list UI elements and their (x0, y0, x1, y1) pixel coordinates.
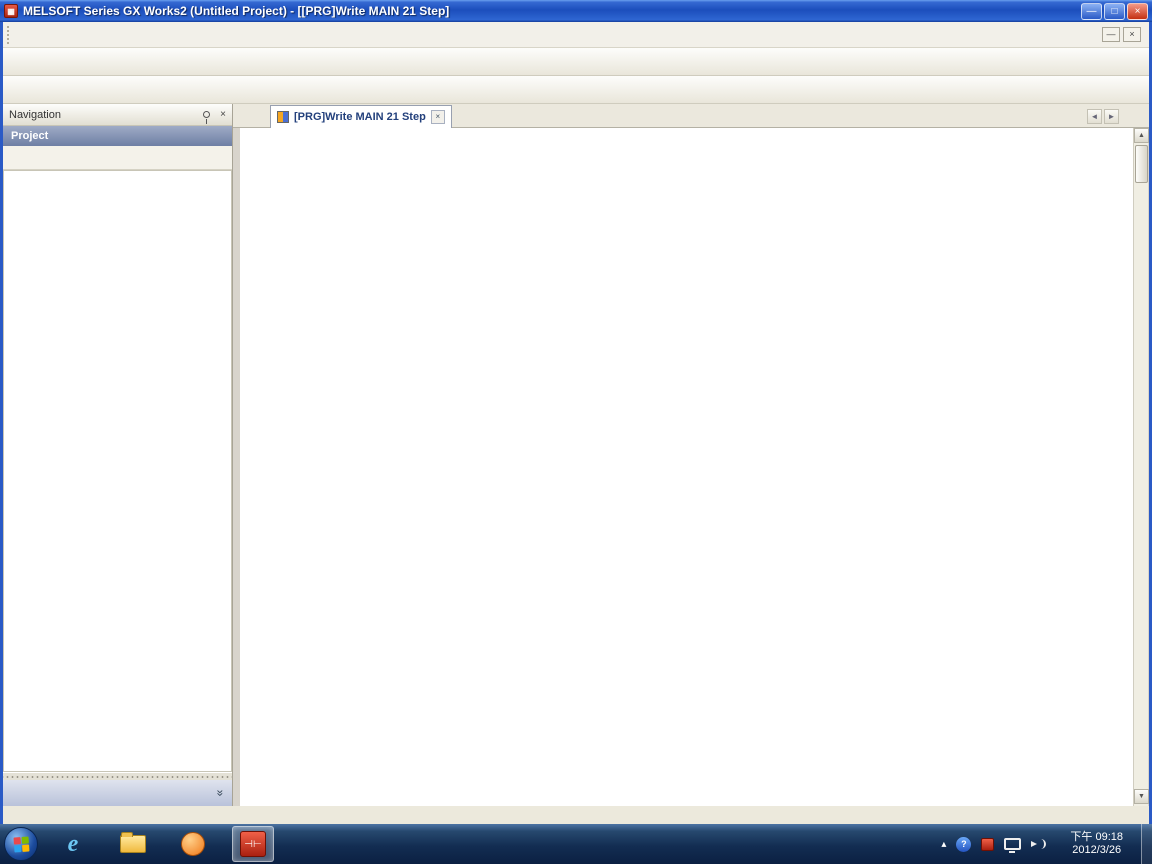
show-desktop-button[interactable] (1141, 824, 1152, 864)
scroll-up-icon[interactable]: ▲ (1134, 128, 1149, 143)
hidden-icons-chevron[interactable]: ▴ (941, 839, 946, 850)
taskbar: e ⊣⊢ ▴ ? 下午 09:18 2012/3/26 (0, 824, 1152, 864)
scroll-down-icon[interactable]: ▼ (1134, 789, 1149, 804)
editor-tabbar: [PRG]Write MAIN 21 Step × ◄ ► (233, 104, 1149, 128)
taskbar-file-explorer[interactable] (112, 826, 154, 862)
folder-icon (120, 835, 146, 853)
windows-flag-icon (13, 836, 29, 852)
tab-label: [PRG]Write MAIN 21 Step (294, 111, 426, 123)
titlebar: ▦ MELSOFT Series GX Works2 (Untitled Pro… (0, 0, 1152, 22)
section-title: Project (11, 130, 48, 142)
vertical-scrollbar[interactable]: ▲ ▼ (1133, 128, 1148, 806)
clock-date: 2012/3/26 (1070, 844, 1123, 857)
navigation-header: Navigation × (3, 104, 232, 126)
menubar: — × (3, 22, 1149, 48)
window-title: MELSOFT Series GX Works2 (Untitled Proje… (23, 4, 1079, 18)
start-button[interactable] (4, 827, 38, 861)
internet-explorer-icon: e (68, 831, 79, 858)
taskbar-media-app[interactable] (172, 826, 214, 862)
statusbar (3, 806, 1149, 824)
tab-scroll-right-icon[interactable]: ► (1104, 109, 1119, 124)
project-tree (3, 170, 232, 772)
mdi-controls: — × (1102, 27, 1149, 42)
minimize-button[interactable]: — (1081, 3, 1102, 20)
navigation-close-icon[interactable]: × (220, 109, 226, 120)
navigation-footer: » (3, 780, 232, 806)
ladder-editor[interactable] (240, 128, 1133, 806)
navigation-section-label: Project (3, 126, 232, 146)
tray-volume-icon[interactable] (1031, 838, 1046, 850)
close-button[interactable]: × (1127, 3, 1148, 20)
tray-app-icon[interactable] (981, 838, 994, 851)
tray-help-icon[interactable]: ? (956, 837, 971, 852)
tray-display-icon[interactable] (1004, 838, 1021, 850)
taskbar-clock[interactable]: 下午 09:18 2012/3/26 (1070, 831, 1123, 857)
navigation-panel: Navigation × Project » (3, 104, 233, 806)
maximize-button[interactable]: □ (1104, 3, 1125, 20)
system-tray: ▴ ? 下午 09:18 2012/3/26 (941, 824, 1152, 864)
ladder-document-icon (277, 111, 289, 123)
mdi-minimize-button[interactable]: — (1102, 27, 1120, 42)
app-icon: ▦ (4, 4, 18, 18)
menubar-grip (7, 26, 13, 44)
scrollbar-thumb[interactable] (1135, 145, 1148, 183)
media-app-icon (181, 832, 205, 856)
toolbar-ladder (3, 76, 1149, 104)
mdi-close-button[interactable]: × (1123, 27, 1141, 42)
tab-scroll-left-icon[interactable]: ◄ (1087, 109, 1102, 124)
pin-icon[interactable] (203, 111, 210, 118)
toolbar-standard (3, 48, 1149, 76)
tab-close-icon[interactable]: × (431, 110, 445, 124)
clock-time: 下午 09:18 (1070, 831, 1123, 844)
navigation-toolbar (3, 146, 232, 170)
taskbar-internet-explorer[interactable]: e (52, 826, 94, 862)
taskbar-gx-works2[interactable]: ⊣⊢ (232, 826, 274, 862)
navigation-title: Navigation (9, 109, 61, 121)
tab-main-program[interactable]: [PRG]Write MAIN 21 Step × (270, 105, 452, 128)
more-views-icon[interactable]: » (214, 790, 228, 797)
navigation-splitter[interactable] (3, 772, 232, 780)
gx-works2-icon: ⊣⊢ (240, 831, 266, 857)
screen: ▦ MELSOFT Series GX Works2 (Untitled Pro… (0, 0, 1152, 864)
